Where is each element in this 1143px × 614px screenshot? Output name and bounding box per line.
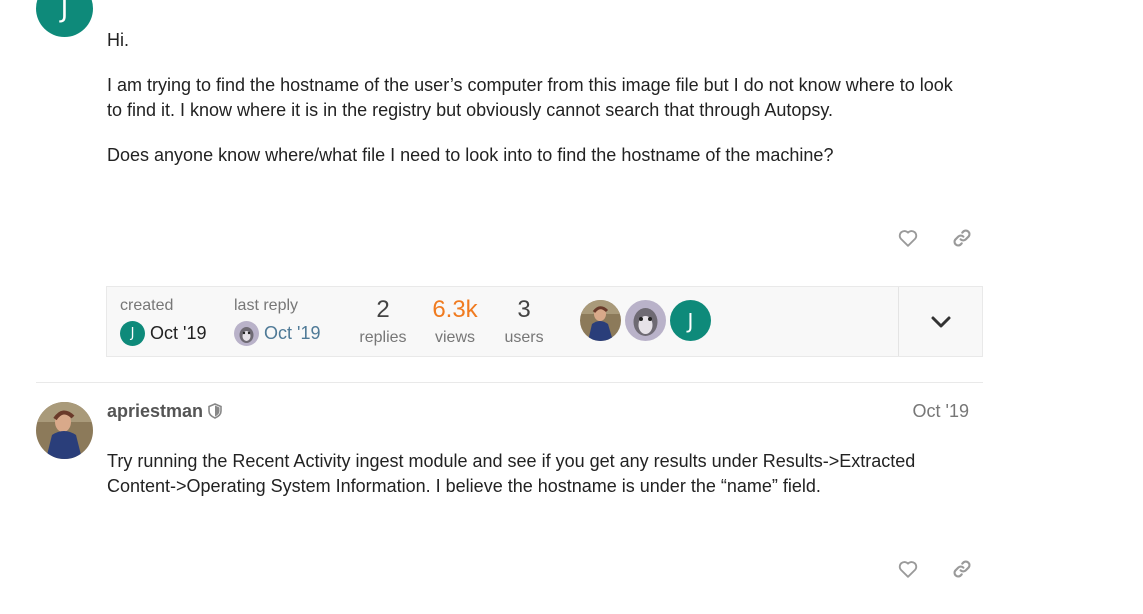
- last-reply-label: last reply: [234, 297, 299, 314]
- views-count: 6.3k: [432, 296, 478, 323]
- link-icon: [953, 560, 971, 578]
- reply-header: apriestman Oct '19: [107, 400, 969, 422]
- shield-icon: [208, 403, 222, 419]
- participant-avatars: J: [580, 300, 711, 341]
- op-paragraph: Hi.: [107, 30, 129, 50]
- reply-username[interactable]: apriestman: [107, 401, 223, 422]
- topic-map-expand-button[interactable]: [898, 287, 982, 356]
- chevron-down-icon: [931, 316, 950, 327]
- participant-avatar[interactable]: J: [670, 300, 711, 341]
- op-paragraph: Does anyone know where/what file I need …: [107, 145, 834, 165]
- op-like-button[interactable]: [890, 220, 926, 256]
- reply-post-actions: [880, 551, 980, 587]
- replies-label: replies: [359, 329, 407, 346]
- op-avatar[interactable]: J: [36, 0, 93, 37]
- users-label: users: [504, 329, 544, 346]
- topic-map-summary: created J Oct '19 last reply Oct '19 2 r…: [107, 287, 898, 356]
- users-count: 3: [517, 296, 531, 323]
- post-divider: [36, 382, 983, 383]
- reply-like-button[interactable]: [890, 551, 926, 587]
- op-post-actions: [880, 220, 980, 256]
- op-post-body: Hi. I am trying to find the hostname of …: [107, 28, 967, 188]
- replies-stat: 2 replies: [348, 296, 418, 349]
- created-label: created: [120, 297, 174, 314]
- created-date: Oct '19: [150, 323, 207, 343]
- reply-paragraph: Try running the Recent Activity ingest m…: [107, 451, 916, 496]
- reply-post-body: Try running the Recent Activity ingest m…: [107, 449, 967, 519]
- last-reply-date[interactable]: Oct '19: [264, 323, 320, 344]
- heart-icon: [898, 230, 918, 247]
- op-avatar-letter: J: [60, 0, 69, 24]
- participant-avatar[interactable]: [625, 300, 666, 341]
- op-share-link-button[interactable]: [944, 220, 980, 256]
- last-reply-avatar: [234, 321, 259, 346]
- last-reply-info[interactable]: last reply Oct '19: [234, 296, 344, 346]
- users-stat: 3 users: [492, 296, 556, 349]
- heart-icon: [898, 561, 918, 578]
- replies-count: 2: [376, 296, 390, 323]
- link-icon: [953, 229, 971, 247]
- participant-avatar[interactable]: [580, 300, 621, 341]
- reply-share-link-button[interactable]: [944, 551, 980, 587]
- views-stat: 6.3k views: [418, 296, 492, 349]
- reply-date[interactable]: Oct '19: [913, 401, 969, 422]
- op-paragraph: I am trying to find the hostname of the …: [107, 75, 953, 120]
- reply-avatar[interactable]: [36, 402, 93, 459]
- views-label: views: [434, 329, 475, 346]
- created-avatar: J: [120, 321, 145, 346]
- created-info[interactable]: created J Oct '19: [120, 296, 234, 346]
- topic-map: created J Oct '19 last reply Oct '19 2 r…: [106, 286, 983, 357]
